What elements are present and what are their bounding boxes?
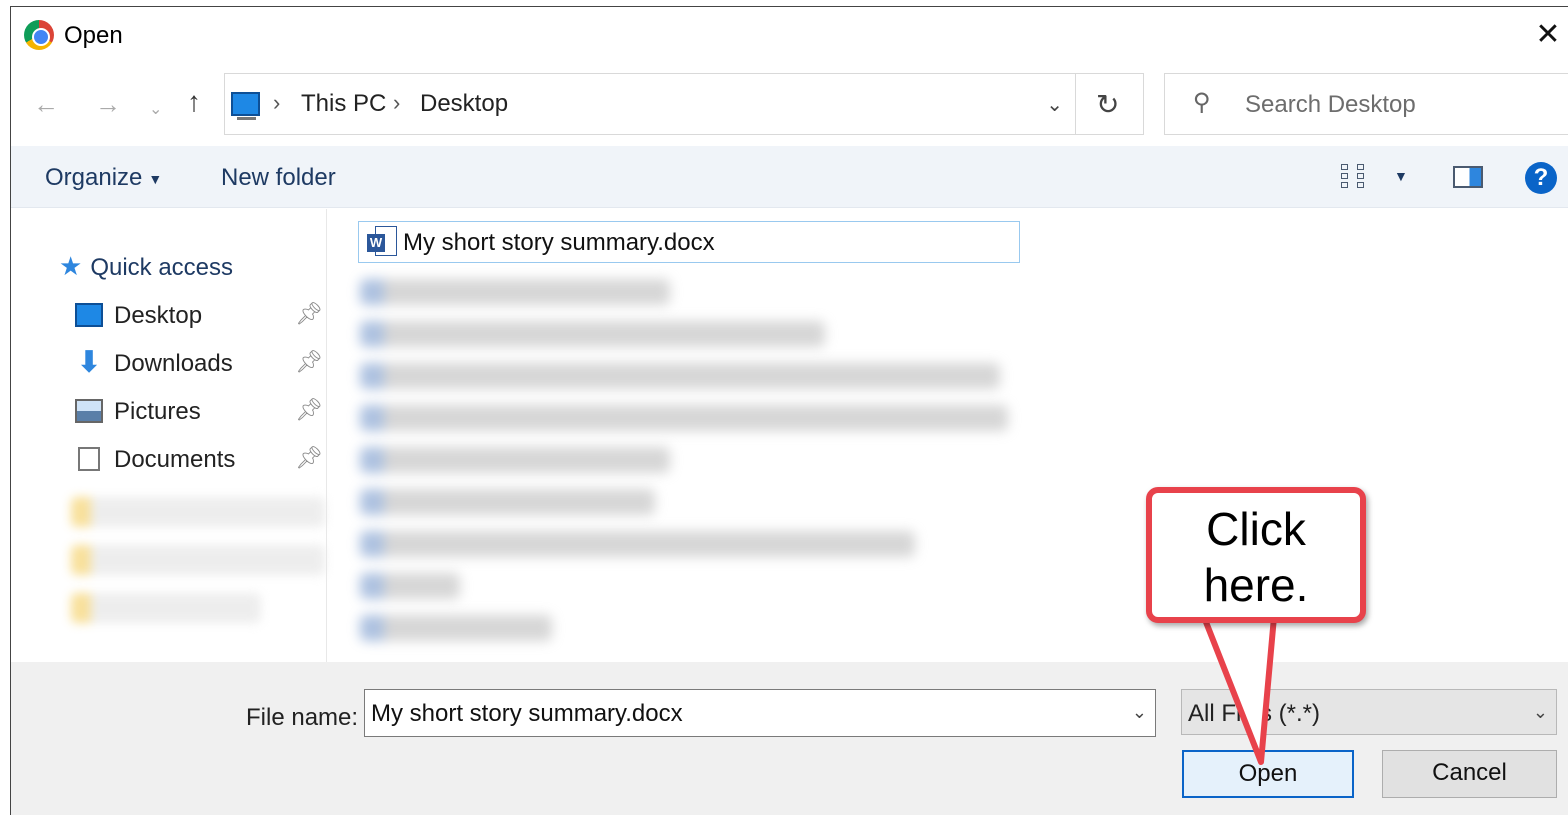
close-button[interactable]: ✕ <box>1528 17 1568 53</box>
back-arrow-icon[interactable]: ← <box>33 91 59 117</box>
pin-icon[interactable]: 📌︎ <box>295 445 323 471</box>
organize-menu-button[interactable]: Organize ▼ <box>45 164 162 192</box>
blurred-file-item[interactable] <box>360 489 655 515</box>
sidebar-item-label: Desktop <box>114 302 203 329</box>
search-placeholder: Search Desktop <box>1245 91 1416 118</box>
blurred-file-item[interactable] <box>360 615 552 641</box>
sidebar-item-documents[interactable]: Documents 📌︎ <box>75 441 325 481</box>
forward-arrow-icon[interactable]: → <box>95 91 121 117</box>
search-icon: ⚲ <box>1193 89 1211 116</box>
address-bar[interactable]: › This PC › Desktop ⌄ <box>224 73 1076 135</box>
blurred-file-item[interactable] <box>360 573 460 599</box>
dialog-title: Open <box>64 22 123 49</box>
blurred-file-item[interactable] <box>360 405 1008 431</box>
navigation-pane: ★ Quick access Desktop 📌︎ ⬇ Downloads 📌︎ … <box>11 209 327 662</box>
navigation-bar: ← → ⌄ ↑ › This PC › Desktop ⌄ ↻ ⚲ Search… <box>11 65 1568 145</box>
pin-icon[interactable]: 📌︎ <box>295 301 323 327</box>
word-document-icon: W <box>367 226 399 258</box>
downloads-icon: ⬇ <box>76 346 102 379</box>
address-dropdown-chevron-icon[interactable]: ⌄ <box>1046 92 1063 117</box>
pin-icon[interactable]: 📌︎ <box>295 349 323 375</box>
file-item-selected[interactable]: W My short story summary.docx <box>358 221 1020 263</box>
blurred-file-item[interactable] <box>360 321 825 347</box>
callout-pointer <box>1201 617 1277 765</box>
help-icon[interactable]: ? <box>1525 162 1557 194</box>
blurred-sidebar-item[interactable] <box>71 497 325 527</box>
sidebar-item-downloads[interactable]: ⬇ Downloads 📌︎ <box>75 345 325 385</box>
command-toolbar: Organize ▼ New folder ▼ ? <box>11 146 1568 208</box>
file-name-value: My short story summary.docx <box>371 700 683 727</box>
refresh-icon: ↻ <box>1096 89 1120 120</box>
caret-down-icon: ▼ <box>148 170 163 187</box>
sidebar-item-label: Pictures <box>114 398 201 425</box>
pin-icon[interactable]: 📌︎ <box>295 397 323 423</box>
file-name-field[interactable]: My short story summary.docx ⌄ <box>364 689 1156 737</box>
open-file-dialog: Open ✕ ← → ⌄ ↑ › This PC › Desktop ⌄ ↻ ⚲… <box>10 6 1568 815</box>
cancel-button[interactable]: Cancel <box>1382 750 1557 798</box>
callout-text: Click here. <box>1203 503 1309 611</box>
file-item-name: My short story summary.docx <box>403 229 715 256</box>
blurred-file-item[interactable] <box>360 363 1000 389</box>
blurred-sidebar-item[interactable] <box>71 545 325 575</box>
breadcrumb-separator-icon[interactable]: › <box>273 90 280 116</box>
documents-icon <box>78 447 100 471</box>
title-bar: Open ✕ <box>11 7 1568 65</box>
chevron-down-icon: ⌄ <box>1532 702 1548 722</box>
quick-access-label: Quick access <box>90 254 234 281</box>
star-icon: ★ <box>59 251 83 281</box>
sidebar-item-label: Downloads <box>114 350 233 377</box>
sidebar-item-pictures[interactable]: Pictures 📌︎ <box>75 393 325 433</box>
sidebar-item-label: Documents <box>114 446 236 473</box>
breadcrumb-separator-icon[interactable]: › <box>393 90 400 116</box>
quick-access-item[interactable]: ★ Quick access <box>59 251 233 282</box>
organize-label: Organize <box>45 164 143 191</box>
click-here-callout: Click here. <box>1146 487 1366 623</box>
desktop-icon <box>75 303 103 327</box>
blurred-file-item[interactable] <box>360 279 670 305</box>
pictures-icon <box>75 399 103 423</box>
dialog-footer: File name: My short story summary.docx ⌄… <box>11 662 1568 815</box>
chrome-logo-icon <box>24 20 54 50</box>
up-arrow-icon[interactable]: ↑ <box>187 88 201 116</box>
file-list: W My short story summary.docx <box>328 209 1568 662</box>
sidebar-item-desktop[interactable]: Desktop 📌︎ <box>75 297 325 337</box>
chevron-down-icon[interactable]: ⌄ <box>1132 702 1147 723</box>
blurred-file-item[interactable] <box>360 531 915 557</box>
search-input[interactable]: ⚲ Search Desktop <box>1164 73 1568 135</box>
change-view-icon[interactable] <box>1341 164 1375 190</box>
breadcrumb-this-pc[interactable]: This PC <box>301 90 386 118</box>
preview-pane-icon[interactable] <box>1453 166 1483 188</box>
recent-locations-chevron-icon[interactable]: ⌄ <box>149 97 162 123</box>
refresh-button[interactable]: ↻ <box>1076 73 1144 135</box>
view-options-caret-icon[interactable]: ▼ <box>1394 168 1408 184</box>
blurred-sidebar-item[interactable] <box>71 593 261 623</box>
new-folder-button[interactable]: New folder <box>221 164 336 192</box>
this-pc-icon <box>231 92 260 120</box>
file-name-label: File name: <box>246 704 359 731</box>
breadcrumb-desktop[interactable]: Desktop <box>420 90 508 118</box>
blurred-file-item[interactable] <box>360 447 670 473</box>
